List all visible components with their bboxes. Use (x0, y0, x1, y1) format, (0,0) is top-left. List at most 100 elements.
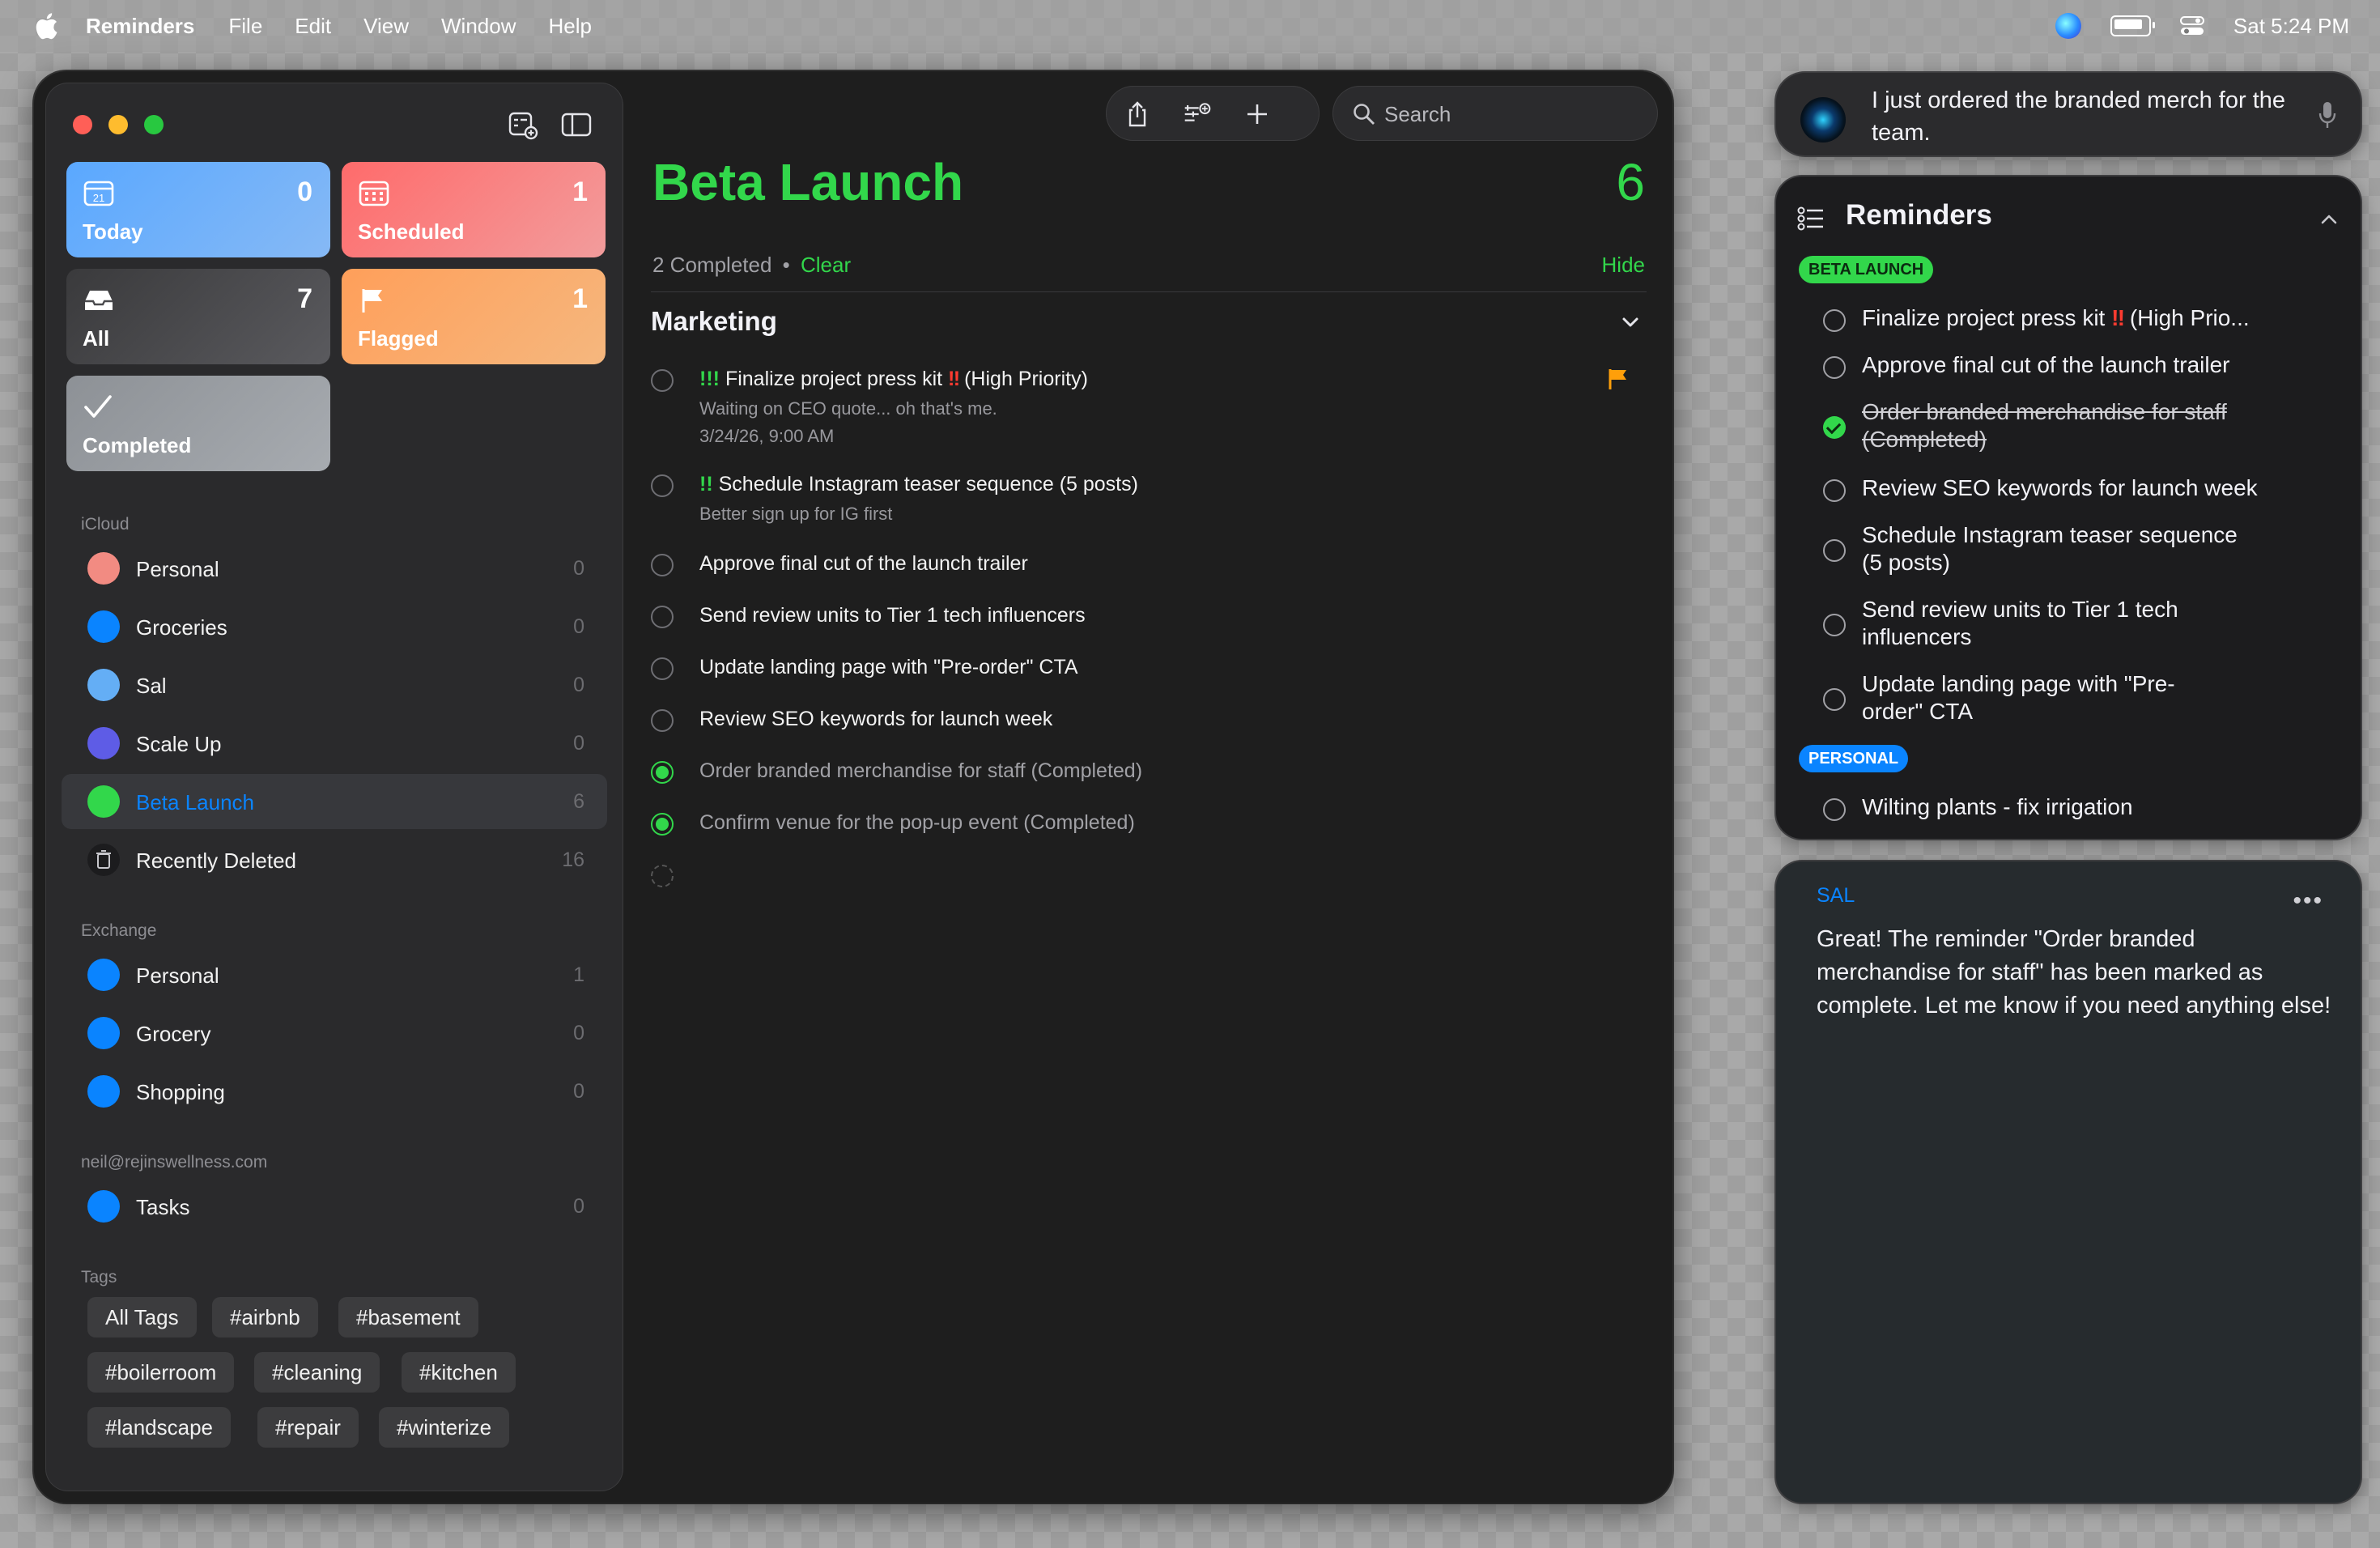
list-count: 0 (573, 1195, 584, 1218)
snippet-reminder-item[interactable]: Review SEO keywords for launch week (1823, 474, 2325, 507)
tag-repair[interactable]: #repair (257, 1407, 359, 1448)
list-bullets-icon (87, 610, 120, 643)
tag-basement[interactable]: #basement (338, 1297, 478, 1337)
menu-file[interactable]: File (228, 14, 262, 39)
snippet-reminder-item[interactable]: Update landing page with "Pre-order" CTA (1823, 670, 2325, 732)
task-checkbox[interactable] (651, 657, 674, 680)
battery-icon[interactable] (2110, 15, 2155, 36)
more-options-icon[interactable]: ••• (2293, 887, 2323, 915)
menu-clock[interactable]: Sat 5:24 PM (2233, 14, 2349, 39)
exclamation-icon: ‼ (2111, 305, 2125, 330)
menu-window[interactable]: Window (441, 14, 516, 39)
chevron-down-icon[interactable] (1621, 313, 1640, 332)
siri-prompt-text[interactable]: I just ordered the branded merch for the… (1872, 84, 2293, 149)
sidebar-item-beta-launch[interactable]: Beta Launch 6 (62, 774, 607, 829)
sidebar-item-tasks[interactable]: Tasks 0 (62, 1179, 607, 1234)
sidebar-item-scale-up[interactable]: Scale Up 0 (62, 716, 607, 771)
task-title[interactable]: Update landing page with "Pre-order" CTA (699, 656, 1078, 679)
task-title[interactable]: Send review units to Tier 1 tech influen… (699, 604, 1086, 627)
list-bullets-icon (87, 1017, 120, 1049)
task-checkbox[interactable] (651, 554, 674, 576)
flag-icon[interactable] (1608, 368, 1629, 390)
task-title[interactable]: Confirm venue for the pop-up event (Comp… (699, 811, 1135, 835)
task-checkbox-completed[interactable] (651, 813, 674, 836)
search-field[interactable]: Search (1332, 86, 1658, 141)
clear-completed-button[interactable]: Clear (801, 253, 851, 277)
snippet-checkbox[interactable] (1823, 356, 1846, 379)
smart-list-all[interactable]: 7 All (66, 269, 330, 364)
snippet-checkbox[interactable] (1823, 798, 1846, 821)
snippet-checkbox[interactable] (1823, 479, 1846, 502)
smart-list-flagged[interactable]: 1 Flagged (342, 269, 606, 364)
sidebar-item-sal[interactable]: Sal 0 (62, 657, 607, 712)
exclamation-icon: ‼ (948, 368, 960, 390)
control-center-icon[interactable] (2179, 15, 2204, 36)
task-title[interactable]: Order branded merchandise for staff (Com… (699, 759, 1142, 783)
siri-orb-icon[interactable] (1800, 97, 1846, 142)
smart-list-scheduled[interactable]: 1 Scheduled (342, 162, 606, 257)
snippet-checkbox[interactable] (1823, 614, 1846, 636)
share-icon[interactable] (1124, 100, 1151, 128)
snippet-reminder-item[interactable]: Send review units to Tier 1 tech influen… (1823, 596, 2325, 657)
menu-app-name[interactable]: Reminders (86, 14, 194, 39)
task-title[interactable]: !!! Finalize project press kit ‼ (High P… (699, 368, 1088, 391)
zoom-window-button[interactable] (144, 115, 164, 134)
assistant-message: Great! The reminder "Order branded merch… (1817, 926, 2331, 1019)
sidebar-item-groceries[interactable]: Groceries 0 (62, 599, 607, 654)
task-checkbox-completed[interactable] (651, 761, 674, 784)
sidebar-item-shopping[interactable]: Shopping 0 (62, 1064, 607, 1119)
all-label: All (83, 326, 110, 351)
tag-boilerroom[interactable]: #boilerroom (87, 1352, 235, 1393)
smart-list-today[interactable]: 21 0 Today (66, 162, 330, 257)
add-reminder-icon[interactable] (1243, 100, 1271, 128)
hide-completed-button[interactable]: Hide (1602, 253, 1645, 278)
menu-view[interactable]: View (363, 14, 409, 39)
close-window-button[interactable] (73, 115, 92, 134)
task-note-text: Waiting on CEO quote... oh that's me. (699, 398, 997, 419)
today-count: 0 (297, 176, 312, 207)
apple-icon[interactable] (34, 12, 58, 40)
siri-input-bar[interactable]: I just ordered the branded merch for the… (1776, 73, 2361, 155)
snippet-checkbox[interactable] (1823, 688, 1846, 711)
task-checkbox[interactable] (651, 369, 674, 392)
snippet-reminder-item[interactable]: Wilting plants - fix irrigation (1823, 793, 2325, 826)
task-title[interactable]: Approve final cut of the launch trailer (699, 552, 1028, 576)
snippet-reminder-item[interactable]: Approve final cut of the launch trailer (1823, 351, 2325, 384)
microphone-icon[interactable] (2318, 100, 2336, 130)
snippet-checkbox[interactable] (1823, 539, 1846, 562)
task-checkbox[interactable] (651, 474, 674, 497)
quick-add-icon[interactable] (507, 108, 539, 141)
tag-landscape[interactable]: #landscape (87, 1407, 231, 1448)
minimize-window-button[interactable] (108, 115, 128, 134)
sidebar-item-exchange-personal[interactable]: Personal 1 (62, 947, 607, 1002)
menu-edit[interactable]: Edit (295, 14, 331, 39)
view-options-icon[interactable] (1184, 100, 1211, 128)
tag-kitchen[interactable]: #kitchen (402, 1352, 516, 1393)
menu-help[interactable]: Help (548, 14, 591, 39)
snippet-checkbox[interactable] (1823, 309, 1846, 332)
new-task-row[interactable] (651, 861, 1647, 894)
task-title[interactable]: Review SEO keywords for launch week (699, 708, 1052, 731)
tag-cleaning[interactable]: #cleaning (254, 1352, 380, 1393)
sidebar-item-recently-deleted[interactable]: Recently Deleted 16 (62, 832, 607, 887)
task-checkbox[interactable] (651, 606, 674, 628)
tag-all-tags[interactable]: All Tags (87, 1297, 197, 1337)
new-task-checkbox[interactable] (651, 865, 674, 887)
sidebar-item-personal[interactable]: Personal 0 (62, 541, 607, 596)
tag-airbnb[interactable]: #airbnb (212, 1297, 318, 1337)
snippet-reminder-item[interactable]: Order branded merchandise for staff (Com… (1823, 398, 2325, 460)
task-checkbox[interactable] (651, 709, 674, 732)
sidebar-toggle-icon[interactable] (560, 108, 593, 141)
smart-list-completed[interactable]: Completed (66, 376, 330, 471)
sidebar-item-grocery[interactable]: Grocery 0 (62, 1006, 607, 1061)
siri-icon[interactable] (2055, 13, 2081, 39)
toolbar-actions (1106, 86, 1320, 141)
snippet-checkbox-completed[interactable] (1823, 416, 1846, 439)
chevron-up-icon[interactable] (2320, 211, 2338, 228)
tag-winterize[interactable]: #winterize (379, 1407, 510, 1448)
snippet-reminder-item[interactable]: Schedule Instagram teaser sequence (5 po… (1823, 521, 2325, 583)
snippet-reminder-item[interactable]: Finalize project press kit ‼ (High Prio.… (1823, 304, 2325, 337)
task-title[interactable]: !! Schedule Instagram teaser sequence (5… (699, 473, 1138, 496)
list-count-large: 6 (1616, 153, 1645, 211)
list-name: Groceries (136, 615, 227, 640)
